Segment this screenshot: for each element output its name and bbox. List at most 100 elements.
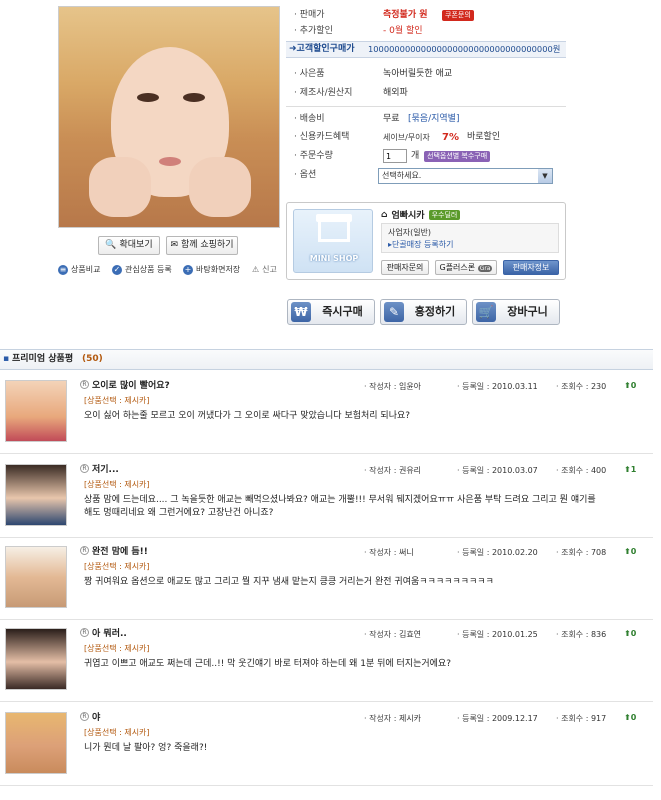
chevron-down-icon[interactable]: ▼: [538, 169, 552, 183]
option-select-value: 선택하세요.: [382, 171, 422, 180]
check-icon: ✓: [112, 264, 122, 275]
views-value: 708: [590, 548, 607, 557]
review-item: R야 [상품선택 : 제시카] 니가 뭔데 날 팔아? 엉? 죽을래?! · 작…: [0, 704, 653, 786]
shop-name[interactable]: 엄빠시카: [391, 208, 424, 221]
reviewer-avatar[interactable]: [5, 628, 67, 690]
qty-input[interactable]: [383, 149, 407, 163]
shop-together-button[interactable]: ✉ 함께 쇼핑하기: [166, 236, 238, 255]
report-link[interactable]: ⚠ 신고: [252, 264, 277, 275]
reviewer-avatar[interactable]: [5, 712, 67, 774]
review-date: · 등록일 : 2010.03.11: [457, 381, 538, 392]
views-value: 836: [590, 630, 607, 639]
review-mark-icon: R: [80, 464, 89, 473]
card-suffix: 바로할인: [467, 132, 501, 142]
right-eye: [183, 93, 205, 102]
review-body: 상품 맘에 드는데요.... 그 녹을듯한 애교는 빼먹으셨나봐요? 애교는 개…: [84, 495, 596, 518]
review-mark-icon: R: [80, 546, 89, 555]
thumbs-up-icon: ⬆: [624, 547, 631, 556]
review-title[interactable]: 오이로 많이 빨어요?: [92, 378, 170, 391]
price-row: · 판매가 측정불가 원 쿠폰문의: [286, 8, 566, 23]
gift-value: 녹아버릴듯한 애교: [383, 69, 453, 79]
review-views: · 조회수 : 917: [556, 713, 606, 724]
review-title[interactable]: 완전 맘에 듬!!: [92, 544, 148, 557]
option-select[interactable]: 선택하세요. ▼: [378, 168, 553, 184]
negotiate-button[interactable]: ✎ 흥정하기: [380, 299, 467, 325]
mini-shop-logo[interactable]: MINI SHOP: [293, 209, 373, 273]
section-count: (50): [82, 354, 103, 364]
ask-seller-button[interactable]: 판매자문의: [381, 260, 429, 275]
shipping-option-link[interactable]: [묶음/지역별]: [408, 112, 459, 127]
review-item: R아 뭐러.. [상품선택 : 제시카] 귀엽고 이쁘고 애교도 쩌는데 근데.…: [0, 620, 653, 702]
review-title[interactable]: 저기...: [92, 462, 119, 475]
review-body: 귀엽고 이쁘고 애교도 쩌는데 근데..!! 막 웃긴얘기 바로 터져야 하는데…: [84, 659, 451, 669]
qty-badge[interactable]: 선택옵션별 복수구매: [424, 151, 491, 162]
views-value: 230: [590, 382, 607, 391]
review-title-line[interactable]: R 저기...: [80, 462, 119, 475]
card-label: 신용카드혜택: [299, 132, 350, 142]
product-image[interactable]: [58, 6, 280, 228]
list-icon: ≡: [58, 264, 68, 275]
qty-label: 주문수량: [299, 151, 333, 161]
review-date: · 등록일 : 2010.01.25: [457, 629, 538, 640]
review-body: 니가 뭔데 날 팔아? 엉? 죽을래?!: [84, 743, 208, 753]
date-label: · 등록일 :: [457, 466, 490, 475]
negotiate-label: 흥정하기: [414, 305, 456, 318]
gcredit-button[interactable]: G플러스론 Gra: [435, 260, 497, 275]
review-title[interactable]: 아 뭐러..: [92, 626, 127, 639]
author-value: 김효연: [398, 630, 422, 639]
buy-now-button[interactable]: ₩ 즉시구매: [287, 299, 375, 325]
views-label: · 조회수 :: [556, 548, 589, 557]
reviewer-avatar[interactable]: [5, 380, 67, 442]
review-title-line[interactable]: R 오이로 많이 빨어요?: [80, 378, 170, 391]
arrow-icon: ➜: [289, 44, 297, 54]
review-option: [상품선택 : 제시카]: [84, 728, 150, 737]
cart-label: 장바구니: [507, 305, 548, 318]
zoom-label: 확대보기: [119, 240, 153, 250]
review-item: R 오이로 많이 빨어요? [상품선택 : 제시카] 오이 싫어 하는줄 모르고 …: [0, 372, 653, 454]
date-label: · 등록일 :: [457, 382, 490, 391]
date-value: 2010.02.20: [491, 548, 538, 557]
shop-together-label: 함께 쇼핑하기: [180, 240, 234, 250]
seller-info-button[interactable]: 판매자정보: [503, 260, 559, 275]
card-value[interactable]: 세이브/무이자: [383, 130, 430, 145]
shop-name-line: ⌂ 엄빠시카 우수딜러: [381, 208, 461, 221]
review-body: 짱 귀여워요 옵션으로 애교도 많고 그리고 뭘 지꾸 냄새 맡는지 킁킁 거리…: [84, 577, 494, 587]
zoom-button[interactable]: 🔍 확대보기: [98, 236, 160, 255]
thumbs-up-icon: ⬆: [624, 713, 631, 722]
card-row: · 신용카드혜택 세이브/무이자 7% 바로할인: [294, 130, 501, 145]
compare-link[interactable]: ≡ 상품비교: [58, 264, 100, 275]
review-body: 오이 싫어 하는줄 모르고 오이 꺼냈다가 그 오이로 싸다구 맞았습니다 보험…: [84, 411, 411, 421]
review-author: · 작성자 : 권유리: [364, 465, 421, 476]
shipping-row: · 배송비 무료 [묶음/지역별]: [286, 112, 566, 127]
register-label: 단골매장 등록하기: [392, 240, 454, 249]
review-votes: ⬆0: [624, 547, 636, 556]
review-title-line[interactable]: R아 뭐러..: [80, 626, 127, 639]
review-title-line[interactable]: R 완전 맘에 듬!!: [80, 544, 148, 557]
square-bullet-icon: ▪: [3, 354, 10, 364]
desktop-save-link[interactable]: + 바탕화면저장: [183, 264, 240, 275]
review-votes: ⬆0: [624, 381, 636, 390]
review-title[interactable]: 야: [92, 710, 100, 723]
customer-price-label: 고객할인구매가: [296, 44, 355, 54]
views-label: · 조회수 :: [556, 466, 589, 475]
review-votes: ⬆1: [624, 465, 636, 474]
report-label: 신고: [262, 265, 277, 274]
author-value: 제시카: [398, 714, 422, 723]
author-label: · 작성자 :: [364, 548, 397, 557]
reviewer-avatar[interactable]: [5, 464, 67, 526]
votes-value: 0: [630, 713, 637, 722]
review-title-line[interactable]: R야: [80, 710, 100, 723]
author-value: 써니: [398, 548, 414, 557]
author-label: · 작성자 :: [364, 630, 397, 639]
reviewer-avatar[interactable]: [5, 546, 67, 608]
won-icon: ₩: [291, 302, 311, 322]
shipping-value: 무료: [383, 114, 400, 124]
coupon-badge[interactable]: 쿠폰문의: [442, 10, 474, 21]
desktop-save-label: 바탕화면저장: [196, 265, 241, 274]
right-hand: [189, 157, 251, 217]
wish-link[interactable]: ✓ 관심상품 등록: [112, 264, 172, 275]
review-views: · 조회수 : 836: [556, 629, 606, 640]
register-link[interactable]: ▸단골매장 등록하기: [388, 239, 552, 251]
cart-button[interactable]: 🛒 장바구니: [472, 299, 560, 325]
review-author: · 작성자 : 김효연: [364, 629, 421, 640]
